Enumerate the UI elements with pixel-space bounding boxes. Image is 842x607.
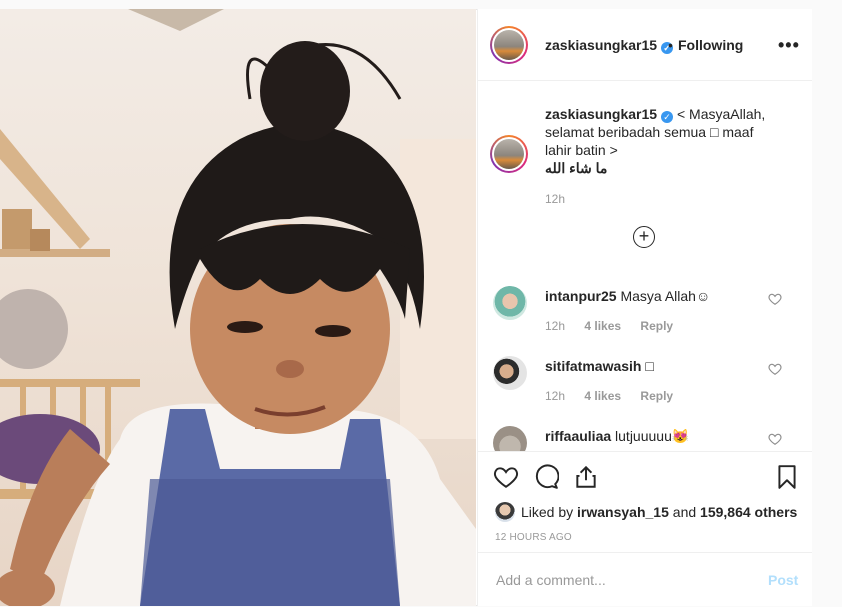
commenter-username[interactable]: intanpur25	[545, 288, 617, 304]
comment-meta: 12h 4 likes Reply	[545, 389, 689, 403]
comment-bubble-icon[interactable]	[533, 464, 559, 490]
comment-time[interactable]: 12h	[545, 389, 565, 403]
comment-text: intanpur25 Masya Allah☺	[545, 288, 710, 304]
caption: zaskiasungkar15 ✓ < MasyaAllah, selamat b…	[545, 105, 775, 177]
comment-item: intanpur25 Masya Allah☺ 12h 4 likes Repl…	[478, 286, 812, 356]
commenter-avatar[interactable]	[493, 426, 527, 451]
caption-username[interactable]: zaskiasungkar15	[545, 106, 657, 122]
share-icon[interactable]	[573, 464, 599, 490]
commenter-avatar[interactable]	[493, 286, 527, 320]
liker-avatar[interactable]	[495, 502, 515, 522]
add-comment-bar: Post	[478, 552, 812, 607]
commenter-avatar[interactable]	[493, 356, 527, 390]
load-more-comments-icon[interactable]: +	[633, 226, 655, 248]
separator-dot: •	[668, 37, 673, 53]
comment-body: lutjuuuuu😻	[615, 428, 690, 444]
comment-body: Masya Allah☺	[620, 288, 711, 304]
author-username-text[interactable]: zaskiasungkar15	[545, 37, 657, 53]
author-username[interactable]: zaskiasungkar15 ✓	[545, 37, 674, 54]
comment-like-heart-icon[interactable]	[768, 292, 782, 306]
likes-and: and	[672, 504, 697, 520]
comment-item: sitifatmawasih □ 12h 4 likes Reply	[478, 356, 812, 426]
more-options-icon[interactable]: •••	[778, 35, 800, 56]
comment-item: riffaauliaa lutjuuuuu😻	[478, 426, 812, 451]
comment-like-heart-icon[interactable]	[768, 362, 782, 376]
following-button[interactable]: Following	[678, 37, 743, 53]
likes-count[interactable]: 159,864 others	[700, 504, 797, 520]
caption-arabic-text: ما شاء الله	[545, 160, 608, 176]
comment-text: sitifatmawasih □	[545, 358, 654, 374]
photo-image	[0, 9, 476, 606]
commenter-username[interactable]: sitifatmawasih	[545, 358, 641, 374]
post-actions-section: Liked by irwansyah_15 and 159,864 others…	[478, 451, 812, 606]
likes-prefix: Liked by	[521, 504, 574, 520]
post-details-panel: zaskiasungkar15 ✓ • Following ••• zaskias…	[477, 9, 812, 606]
likes-summary: Liked by irwansyah_15 and 159,864 others	[495, 502, 797, 522]
reply-button[interactable]: Reply	[640, 389, 673, 403]
comment-text: riffaauliaa lutjuuuuu😻	[545, 428, 689, 445]
caption-verified-badge-icon: ✓	[661, 111, 674, 123]
liker-username[interactable]: irwansyah_15	[577, 504, 669, 520]
post-photo[interactable]	[0, 9, 476, 606]
comment-body: □	[645, 358, 654, 374]
comment-likes[interactable]: 4 likes	[584, 319, 621, 333]
reply-button[interactable]: Reply	[640, 319, 673, 333]
comment-like-heart-icon[interactable]	[768, 432, 782, 446]
author-avatar[interactable]	[490, 26, 528, 64]
like-heart-icon[interactable]	[493, 464, 519, 490]
comment-input[interactable]	[494, 571, 748, 589]
caption-time[interactable]: 12h	[545, 192, 565, 206]
commenter-username[interactable]: riffaauliaa	[545, 428, 611, 444]
comment-likes[interactable]: 4 likes	[584, 389, 621, 403]
save-bookmark-icon[interactable]	[774, 464, 800, 490]
comment-meta: 12h 4 likes Reply	[545, 319, 689, 333]
post-timestamp[interactable]: 12 HOURS AGO	[495, 532, 572, 543]
comment-time[interactable]: 12h	[545, 319, 565, 333]
caption-author-avatar[interactable]	[490, 135, 528, 173]
post-header: zaskiasungkar15 ✓ • Following •••	[478, 9, 812, 81]
post-comment-button[interactable]: Post	[768, 572, 798, 588]
